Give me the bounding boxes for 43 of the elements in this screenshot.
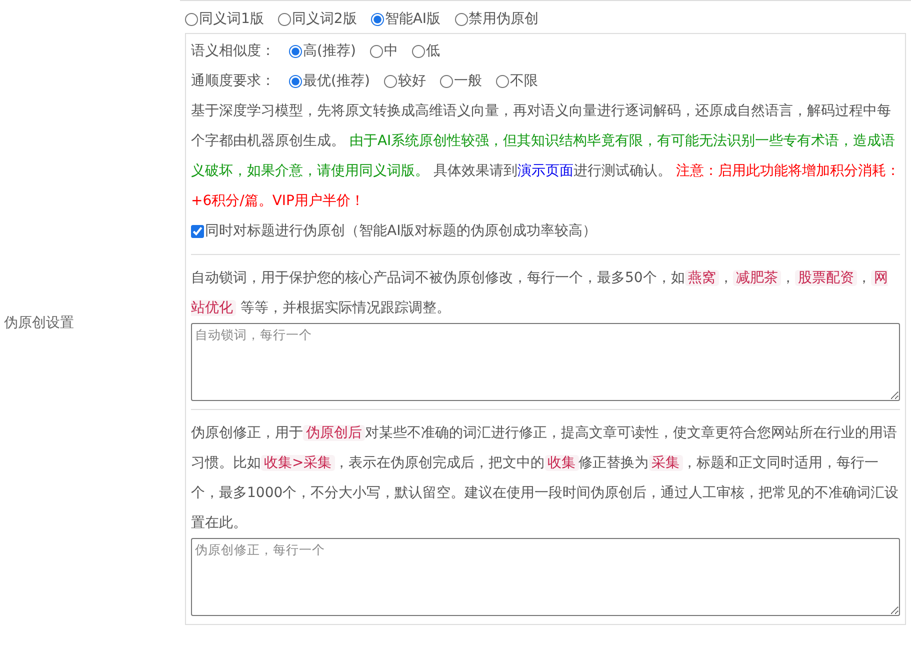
radio-option[interactable]: 智能AI版 xyxy=(370,10,441,28)
option-label: 中 xyxy=(384,42,398,60)
radio-option[interactable]: 不限 xyxy=(496,72,538,90)
option-label: 最优(推荐) xyxy=(303,72,370,90)
radio-option[interactable]: 一般 xyxy=(440,72,482,90)
radio-option[interactable]: 低 xyxy=(412,42,440,60)
option-label: 较好 xyxy=(398,72,426,90)
radio-option[interactable]: 同义词1版 xyxy=(185,10,264,28)
option-label: 智能AI版 xyxy=(384,10,441,28)
option-label: 低 xyxy=(426,42,440,60)
field-label: 通顺度要求： xyxy=(191,72,275,90)
radio-option[interactable]: 同义词2版 xyxy=(278,10,357,28)
radio-button[interactable] xyxy=(370,44,383,58)
option-label: 一般 xyxy=(454,72,482,90)
radio-button[interactable] xyxy=(384,74,397,88)
option-label: 同义词2版 xyxy=(292,10,357,28)
radio-button[interactable] xyxy=(454,12,468,26)
option-label: 禁用伪原创 xyxy=(468,10,539,28)
radio-button[interactable] xyxy=(278,12,291,26)
lock-words-field[interactable]: 自动锁词，每行一个 xyxy=(191,323,900,401)
section-label: 伪原创设置 xyxy=(3,314,74,332)
radio-button[interactable] xyxy=(440,74,453,88)
radio-button[interactable] xyxy=(412,44,425,58)
corrections-description: 伪原创修正，用于 伪原创后 对某些不准确的词汇进行修正，提高文章可读性，使文章更符合您网站所在行业的用语习惯。比如 收集>采集 ，表示在伪原创完成后，把文中的 收集 修正替换为 采集 ，标题和正文同时适用，每行一个，最多1000个，不分大小写，默认留空。建议在使用一段时间伪原创后，通过人工审核，把常见的不准确词汇设置在此。 xyxy=(191,424,900,533)
radio-option[interactable]: 禁用伪原创 xyxy=(454,10,539,28)
radio-button[interactable] xyxy=(370,12,384,26)
radio-option[interactable]: 高(推荐) xyxy=(289,42,356,60)
ai-description: 基于深度学习模型，先将原文转换成高维语义向量，再对语义向量进行逐词解码，还原成自然语言，解码过程中每个字都由机器原创生成。 由于AI系统原创性较强，但其知识结构毕竟有限，有可能无法识别一些专有术语，造成语义破坏，如果介意，请使用同义词版。 具体效果请到演示页面进行测试确认。 注意：启用此功能将增加积分消耗：+6积分/篇。VIP用户半价！ xyxy=(191,102,900,211)
radio-option[interactable]: 较好 xyxy=(384,72,426,90)
radio-button[interactable] xyxy=(185,12,198,26)
option-label: 高(推荐) xyxy=(303,42,356,60)
radio-option[interactable]: 最优(推荐) xyxy=(289,72,370,90)
radio-button[interactable] xyxy=(496,74,509,88)
field-label: 语义相似度： xyxy=(191,42,275,60)
checkbox[interactable] xyxy=(191,224,204,238)
radio-button[interactable] xyxy=(289,44,302,58)
corrections-field[interactable]: 伪原创修正，每行一个 xyxy=(191,538,900,616)
option-label: 同义词1版 xyxy=(199,10,264,28)
option-label: 不限 xyxy=(510,72,538,90)
demo-page-link[interactable]: 演示页面 xyxy=(517,163,574,179)
radio-option[interactable]: 中 xyxy=(370,42,398,60)
radio-button[interactable] xyxy=(289,74,302,88)
lock-words-description: 自动锁词，用于保护您的核心产品词不被伪原创修改，每行一个，最多50个，如 燕窝 ， 减肥茶 ， 股票配资 ， 网站优化 等等，并根据实际情况跟踪调整。 xyxy=(191,269,889,318)
